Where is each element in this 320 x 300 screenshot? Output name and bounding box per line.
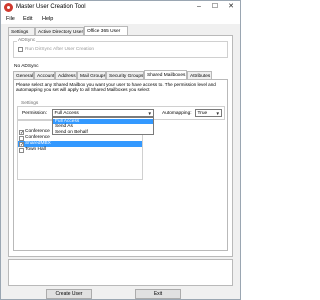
tab-active-directory-user[interactable]: Active Directory User — [35, 27, 84, 35]
permission-select-value: Full Access — [54, 111, 79, 116]
permission-dropdown[interactable]: Full Access Send As Send on Behalf — [52, 117, 154, 135]
title-bar: Master User Creation Tool – ☐ ✕ — [1, 1, 240, 14]
app-logo-icon — [4, 3, 13, 12]
mailbox-checkbox[interactable]: ✓ — [19, 141, 24, 147]
mailbox-name: Conference — [25, 129, 50, 134]
tab-settings[interactable]: Settings — [8, 27, 35, 35]
menu-bar: File Edit Help — [1, 14, 240, 24]
tab-address[interactable]: Address — [55, 71, 77, 79]
mailbox-name: Town Hall — [25, 147, 46, 152]
maximize-button[interactable]: ☐ — [207, 1, 223, 14]
no-adsync-label: No ADSync — [14, 64, 39, 69]
tab-security-groups[interactable]: Security Groups — [106, 71, 144, 79]
tab-general[interactable]: General — [13, 71, 34, 79]
chevron-down-icon: ▼ — [147, 111, 152, 116]
automapping-select-value: True — [197, 111, 208, 116]
create-user-button[interactable]: Create User — [46, 289, 92, 299]
mailbox-name: Conference — [25, 135, 50, 140]
mailbox-checkbox[interactable]: ✓ — [19, 129, 24, 135]
menu-edit[interactable]: Edit — [23, 16, 32, 22]
chevron-down-icon: ▼ — [215, 111, 220, 116]
menu-help[interactable]: Help — [42, 16, 53, 22]
window-title: Master User Creation Tool — [16, 4, 86, 10]
exit-button[interactable]: Exit — [135, 289, 181, 299]
list-item[interactable]: Town Hall — [18, 147, 142, 153]
sub-tab-strip: General Account Address Mail Groups Secu… — [13, 70, 228, 79]
tab-shared-mailboxes[interactable]: Shared Mailboxes — [144, 70, 187, 79]
mailbox-checkbox[interactable] — [19, 135, 24, 141]
permission-label: Permission: — [22, 111, 48, 116]
close-button[interactable]: ✕ — [223, 1, 239, 14]
adsync-group-label: ADSync — [17, 38, 37, 43]
top-tab-strip: Settings Active Directory User Office 36… — [8, 26, 233, 35]
tab-account[interactable]: Account — [34, 71, 55, 79]
run-dirsync-checkbox[interactable] — [18, 47, 23, 52]
settings-group-label: Settings — [20, 101, 40, 106]
mailbox-name: SharedMBX — [25, 141, 51, 146]
run-dirsync-label: Run DirSync After User Creation — [25, 47, 95, 52]
shared-mailboxes-panel: Please select any Shared Mailbox you wan… — [13, 79, 228, 251]
menu-file[interactable]: File — [6, 16, 15, 22]
tab-office-365-user[interactable]: Office 365 User — [84, 26, 128, 35]
tab-attributes[interactable]: Attributes — [187, 71, 212, 79]
automapping-select[interactable]: True ▼ — [195, 109, 222, 117]
permission-option-send-on-behalf[interactable]: Send on Behalf — [53, 130, 153, 136]
office-365-panel: ADSync Run DirSync After User Creation N… — [8, 35, 233, 257]
tab-mail-groups[interactable]: Mail Groups — [77, 71, 106, 79]
mailbox-checkbox[interactable] — [19, 147, 24, 153]
shared-mailbox-description: Please select any Shared Mailbox you wan… — [16, 82, 216, 93]
automapping-label: Automapping: — [162, 111, 192, 116]
minimize-button[interactable]: – — [191, 1, 207, 14]
permission-select[interactable]: Full Access ▼ — [52, 109, 154, 117]
output-log — [8, 259, 233, 286]
app-window: Master User Creation Tool – ☐ ✕ File Edi… — [0, 0, 241, 300]
